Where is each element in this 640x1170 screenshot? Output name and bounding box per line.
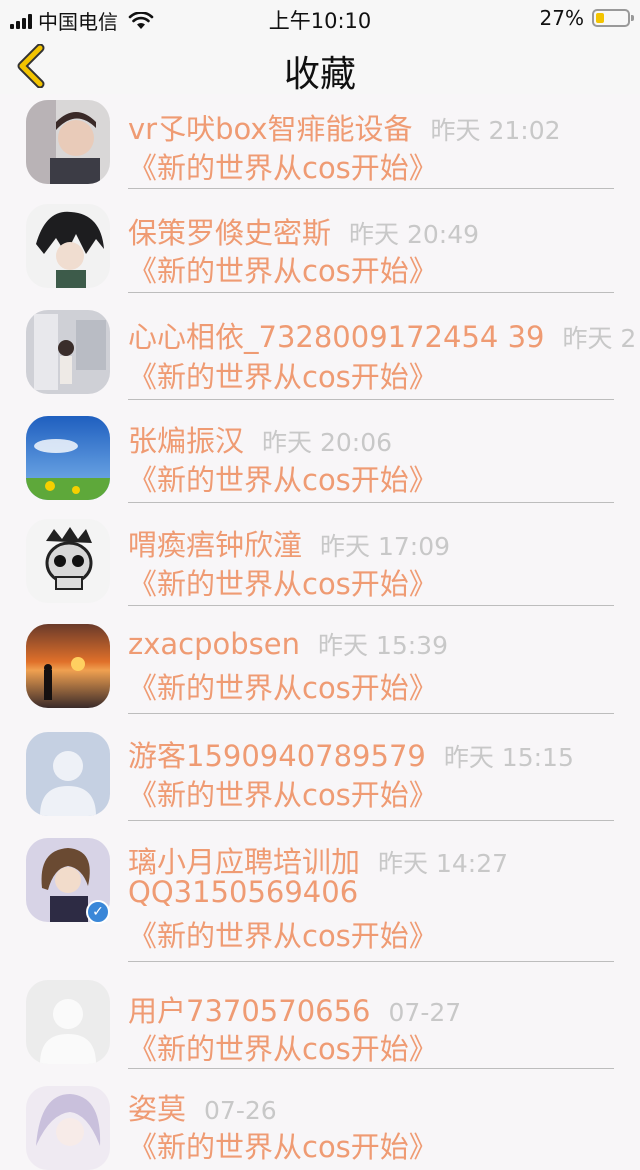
user-name: 游客1590940789579 — [128, 739, 426, 773]
list-item[interactable]: 姿莫 07-26 《新的世界从cos开始》 — [0, 1070, 640, 1170]
work-title: 《新的世界从cos开始》 — [128, 254, 438, 288]
avatar — [26, 204, 110, 288]
battery-icon — [592, 9, 634, 27]
status-bar: 中国电信 上午10:10 27% — [0, 0, 640, 36]
user-name-line2: QQ3150569406 — [128, 875, 359, 909]
timestamp: 昨天 15:39 — [318, 631, 448, 660]
timestamp: 昨天 2 — [562, 324, 637, 353]
list-item[interactable]: 游客1590940789579 昨天 15:15 《新的世界从cos开始》 — [0, 714, 640, 821]
user-name: 心心相依_7328009172454 39 — [128, 320, 545, 354]
list-item[interactable]: ✓ 璃小月应聘培训加 昨天 14:27 QQ3150569406 《新的世界从co… — [0, 820, 640, 962]
timestamp: 昨天 20:06 — [262, 428, 393, 457]
avatar — [26, 980, 110, 1064]
work-title: 《新的世界从cos开始》 — [128, 671, 438, 705]
list-item[interactable]: zxacpobsen 昨天 15:39 《新的世界从cos开始》 — [0, 607, 640, 714]
user-name: 用户7370570656 — [128, 994, 371, 1028]
divider — [128, 605, 614, 606]
user-name: 张煸振汉 — [128, 424, 245, 458]
user-name: vr孓吠box智痱能设备 — [128, 112, 413, 146]
work-title: 《新的世界从cos开始》 — [128, 919, 438, 953]
timestamp: 昨天 20:49 — [349, 220, 480, 249]
user-name: 姿莫 — [128, 1092, 187, 1126]
timestamp: 07-27 — [388, 998, 462, 1027]
work-title: 《新的世界从cos开始》 — [128, 463, 438, 497]
avatar — [26, 100, 110, 184]
status-right: 27% — [539, 6, 634, 30]
divider — [128, 292, 614, 293]
timestamp: 昨天 17:09 — [320, 532, 451, 561]
divider — [128, 1068, 614, 1069]
work-title: 《新的世界从cos开始》 — [128, 1032, 438, 1066]
list-item[interactable]: 用户7370570656 07-27 《新的世界从cos开始》 — [0, 962, 640, 1070]
list-item[interactable]: 喟瘓痦钟欣潼 昨天 17:09 《新的世界从cos开始》 — [0, 503, 640, 607]
avatar — [26, 416, 110, 500]
divider — [128, 188, 614, 189]
list-item[interactable]: vr孓吠box智痱能设备 昨天 21:02 《新的世界从cos开始》 — [0, 94, 640, 189]
page-title: 收藏 — [283, 54, 356, 95]
navigation-bar: 收藏 — [0, 36, 640, 95]
avatar — [26, 310, 110, 394]
timestamp: 07-26 — [204, 1096, 277, 1125]
work-title: 《新的世界从cos开始》 — [128, 778, 438, 812]
list-item[interactable]: 心心相依_7328009172454 39 昨天 2 《新的世界从cos开始》 — [0, 294, 640, 400]
work-title: 《新的世界从cos开始》 — [128, 1130, 438, 1164]
avatar — [26, 624, 110, 708]
user-name: 璃小月应聘培训加 — [128, 845, 361, 879]
battery-percentage: 27% — [539, 6, 584, 30]
timestamp: 昨天 21:02 — [430, 116, 561, 145]
list-item[interactable]: 保策罗倏史密斯 昨天 20:49 《新的世界从cos开始》 — [0, 190, 640, 294]
verified-icon: ✓ — [86, 900, 110, 924]
work-title: 《新的世界从cos开始》 — [128, 567, 438, 601]
timestamp: 昨天 15:15 — [443, 743, 574, 772]
avatar — [26, 1086, 110, 1170]
avatar — [26, 519, 110, 603]
work-title: 《新的世界从cos开始》 — [128, 360, 438, 394]
list-item[interactable]: 张煸振汉 昨天 20:06 《新的世界从cos开始》 — [0, 400, 640, 503]
timestamp: 昨天 14:27 — [378, 849, 509, 878]
user-name: zxacpobsen — [128, 627, 300, 661]
user-name: 保策罗倏史密斯 — [128, 216, 332, 250]
user-name: 喟瘓痦钟欣潼 — [128, 528, 303, 562]
avatar — [26, 732, 110, 816]
work-title: 《新的世界从cos开始》 — [128, 151, 438, 185]
